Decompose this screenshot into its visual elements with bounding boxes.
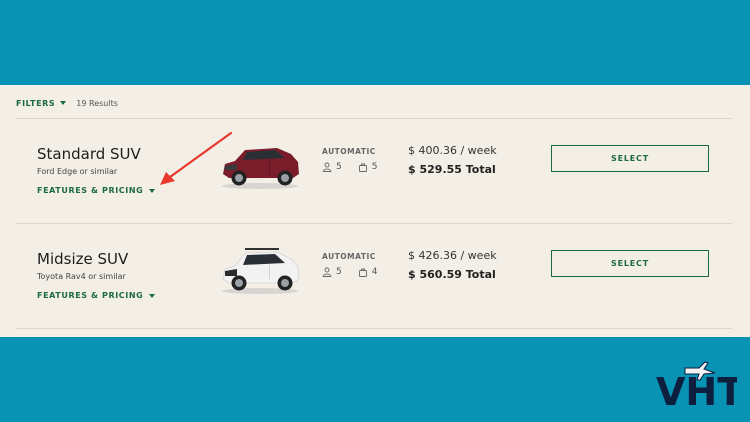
bag-count: 4 (371, 267, 378, 277)
car-image (222, 148, 299, 189)
select-button[interactable]: SELECT (551, 250, 709, 277)
transmission-label: AUTOMATIC (322, 147, 376, 156)
results-count: 19 Results (76, 98, 118, 108)
car-title: Midsize SUV (37, 250, 129, 268)
vht-logo-text: VHT (656, 370, 737, 412)
vht-logo: VHT (656, 361, 737, 412)
caret-down-icon (149, 293, 156, 298)
features-pricing-toggle[interactable]: FEATURES & PRICING (37, 291, 156, 300)
price-total: $ 560.59 Total (408, 268, 496, 281)
car-card-standard-suv: Standard SUV Ford Edge or similar FEATUR… (16, 119, 732, 223)
car-specs: 5 4 (322, 267, 377, 277)
bag-count: 5 (371, 162, 378, 172)
car-subtitle: Toyota Rav4 or similar (37, 272, 126, 281)
car-title: Standard SUV (37, 145, 141, 163)
divider (16, 328, 732, 329)
features-pricing-toggle[interactable]: FEATURES & PRICING (37, 186, 156, 195)
bag-icon (358, 268, 367, 277)
caret-down-icon (149, 188, 156, 193)
caret-down-icon (60, 101, 67, 105)
price-per-week: $ 400.36 / week (408, 144, 497, 157)
features-pricing-label: FEATURES & PRICING (37, 291, 144, 300)
filters-label: FILTERS (16, 98, 56, 108)
price-per-week: $ 426.36 / week (408, 249, 497, 262)
car-card-midsize-suv: Midsize SUV Toyota Rav4 or similar FEATU… (16, 224, 732, 328)
transmission-label: AUTOMATIC (322, 252, 376, 261)
car-subtitle: Ford Edge or similar (37, 167, 118, 176)
person-icon (322, 267, 332, 277)
price-total: $ 529.55 Total (408, 163, 496, 176)
filters-button[interactable]: FILTERS (16, 98, 67, 108)
passenger-count: 5 (336, 162, 342, 172)
car-specs: 5 5 (322, 162, 377, 172)
passenger-count: 5 (336, 267, 342, 277)
person-icon (322, 162, 332, 172)
select-button[interactable]: SELECT (551, 145, 709, 172)
filters-row: FILTERS 19 Results (16, 97, 118, 109)
features-pricing-label: FEATURES & PRICING (37, 186, 144, 195)
bag-icon (358, 163, 367, 172)
car-image (222, 248, 300, 294)
